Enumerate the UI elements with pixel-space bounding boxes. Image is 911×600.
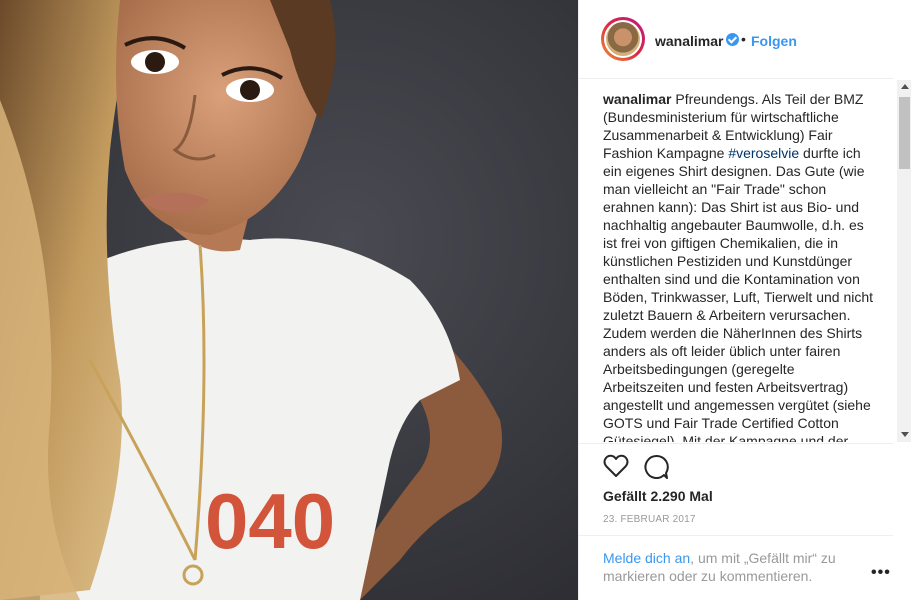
- scroll-down-arrow-icon[interactable]: [901, 432, 909, 437]
- post-side-panel: wanalimar • Folgen wanalimar Pfreundengs…: [578, 0, 911, 600]
- divider: [579, 535, 893, 536]
- heart-icon[interactable]: [603, 454, 629, 483]
- hashtag-link[interactable]: #veroselvie: [728, 145, 799, 161]
- avatar-image: [606, 22, 640, 56]
- post-caption: wanalimar Pfreundengs. Als Teil der BMZ …: [603, 90, 875, 442]
- follow-button[interactable]: Folgen: [751, 33, 797, 49]
- more-options-icon[interactable]: •••: [871, 564, 891, 582]
- post-header: wanalimar • Folgen: [579, 0, 893, 79]
- separator-dot: •: [741, 31, 746, 47]
- like-count[interactable]: Gefällt 2.290 Mal: [603, 488, 713, 504]
- login-link[interactable]: Melde dich an: [603, 550, 690, 566]
- scrollbar-thumb[interactable]: [899, 97, 910, 169]
- shirt-print-text: 040: [205, 477, 335, 565]
- scroll-up-arrow-icon[interactable]: [901, 84, 909, 89]
- verified-badge-icon: [726, 33, 739, 46]
- post-photo: 040: [0, 0, 578, 600]
- header-username[interactable]: wanalimar: [655, 33, 723, 49]
- avatar[interactable]: [601, 17, 645, 61]
- divider: [579, 443, 893, 444]
- comment-icon[interactable]: [643, 454, 669, 485]
- photo-illustration: 040: [0, 0, 578, 600]
- login-prompt: Melde dich an, um mit „Gefällt mir“ zu m…: [603, 549, 858, 585]
- caption-username[interactable]: wanalimar: [603, 91, 671, 107]
- caption-scrollbar[interactable]: [897, 80, 911, 442]
- caption-text-part-2: durfte ich ein eigenes Shirt designen. D…: [603, 145, 874, 442]
- post-date[interactable]: 23. FEBRUAR 2017: [603, 514, 696, 525]
